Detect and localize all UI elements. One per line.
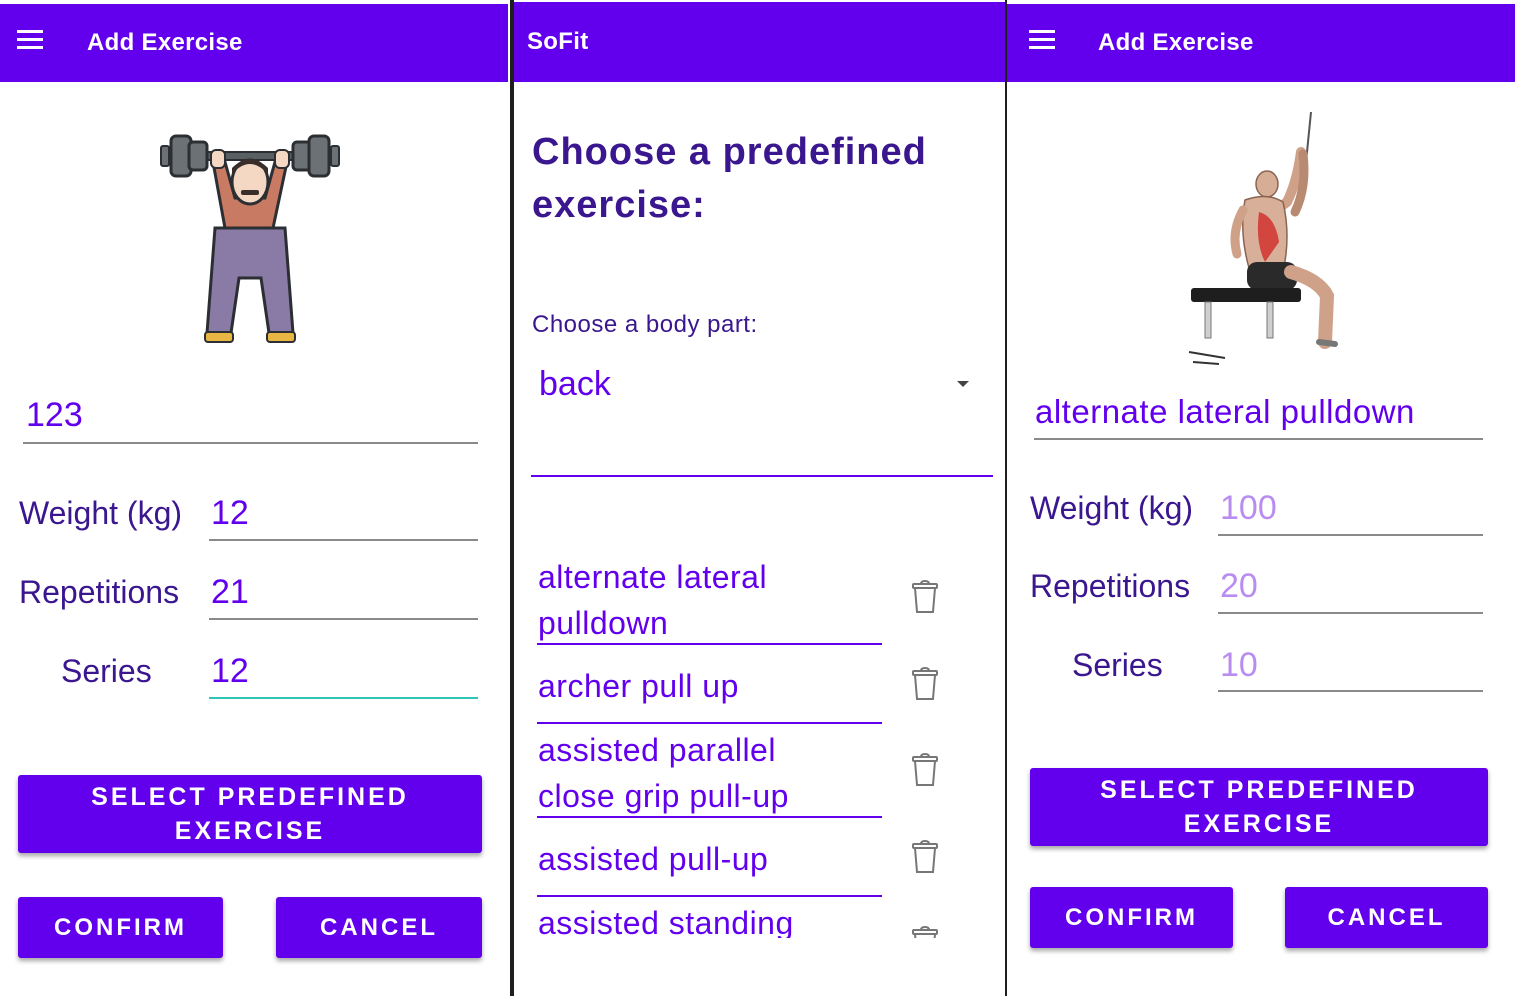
list-item-divider (537, 816, 882, 818)
confirm-button[interactable]: CONFIRM (1030, 887, 1233, 948)
app-bar: Add Exercise (1007, 4, 1515, 82)
trash-icon[interactable] (911, 580, 939, 614)
dropdown-underline (531, 475, 993, 477)
exercise-name-line1: alternate lateral (538, 559, 768, 595)
exercise-name-line2: close grip pull-up (538, 778, 789, 814)
cancel-button[interactable]: CANCEL (1285, 887, 1488, 948)
series-underline-focused (209, 697, 478, 699)
body-part-selected-value: back (539, 365, 611, 403)
list-item-divider (537, 722, 882, 724)
series-label: Series (1072, 647, 1163, 683)
page-heading: Choose a predefined exercise: (532, 126, 927, 232)
page-heading-line1: Choose a predefined (532, 131, 927, 173)
body-part-label: Choose a body part: (532, 311, 758, 338)
hamburger-menu-icon[interactable] (1029, 30, 1055, 50)
hamburger-menu-icon[interactable] (17, 30, 43, 50)
exercise-name: alternate lateral pulldown (538, 554, 767, 646)
repetitions-underline (1218, 612, 1483, 614)
exercise-name: archer pull up (538, 663, 739, 709)
cancel-button[interactable]: CANCEL (276, 897, 482, 958)
app-bar-title: Add Exercise (87, 29, 243, 56)
exercise-name-input[interactable]: alternate lateral pulldown (1035, 393, 1415, 431)
select-predefined-exercise-button[interactable]: SELECT PREDEFINED EXERCISE (18, 775, 482, 853)
dropdown-arrow-icon (957, 381, 969, 387)
select-predefined-exercise-line2: EXERCISE (1183, 810, 1335, 838)
repetitions-label: Repetitions (19, 574, 180, 610)
app-bar: SoFit (514, 2, 1005, 82)
app-bar: Add Exercise (0, 4, 508, 82)
repetitions-input[interactable]: 21 (211, 573, 249, 612)
confirm-button[interactable]: CONFIRM (18, 897, 223, 958)
list-item-divider (537, 643, 882, 645)
series-label: Series (61, 653, 152, 689)
repetitions-underline (209, 618, 478, 620)
exercise-name-line2: pulldown (538, 605, 669, 641)
exercise-name-underline (1034, 438, 1483, 440)
list-item-divider (537, 895, 882, 897)
exercise-name-line1: assisted parallel (538, 732, 776, 768)
trash-icon[interactable] (911, 667, 939, 701)
exercise-name-underline (23, 442, 478, 444)
series-input[interactable]: 12 (211, 652, 249, 691)
select-predefined-exercise-button[interactable]: SELECT PREDEFINED EXERCISE (1030, 768, 1488, 846)
app-bar-title: Add Exercise (1098, 29, 1254, 56)
select-predefined-exercise-line1: SELECT PREDEFINED (91, 783, 409, 811)
choose-predefined-exercise-screen: SoFit Choose a predefined exercise: Choo… (514, 0, 1005, 996)
select-predefined-exercise-line1: SELECT PREDEFINED (1100, 776, 1418, 804)
select-predefined-exercise-line2: EXERCISE (174, 817, 326, 845)
app-bar-title: SoFit (527, 28, 589, 55)
exercise-name-line1: archer pull up (538, 668, 739, 704)
weightlifter-icon (160, 134, 340, 343)
repetitions-label: Repetitions (1030, 568, 1191, 604)
exercise-name-input[interactable]: 123 (26, 396, 83, 435)
exercise-name: assisted pull-up (538, 836, 768, 882)
add-exercise-screen-left: Add Exercise 123 Weight (kg) 12 Repetiti… (0, 0, 510, 996)
exercise-name: assisted parallel close grip pull-up (538, 727, 789, 819)
exercise-name-line1: assisted pull-up (538, 841, 769, 877)
weight-underline (1218, 534, 1483, 536)
lat-pulldown-exercise-image (1188, 112, 1338, 365)
series-input[interactable]: 10 (1220, 646, 1258, 685)
weight-input[interactable]: 12 (211, 494, 249, 533)
page-heading-line2: exercise: (532, 184, 706, 226)
weight-label: Weight (kg) (1030, 490, 1194, 526)
series-underline (1218, 690, 1483, 692)
repetitions-input[interactable]: 20 (1220, 567, 1258, 606)
trash-icon[interactable] (911, 840, 939, 874)
list-clip-mask (514, 938, 1005, 996)
weight-label: Weight (kg) (19, 495, 183, 531)
trash-icon[interactable] (911, 753, 939, 787)
weight-underline (209, 539, 478, 541)
add-exercise-screen-right: Add Exercise alternate lateral pulldown … (1007, 0, 1520, 996)
body-part-dropdown[interactable]: back (531, 355, 993, 479)
weight-input[interactable]: 100 (1220, 489, 1277, 528)
